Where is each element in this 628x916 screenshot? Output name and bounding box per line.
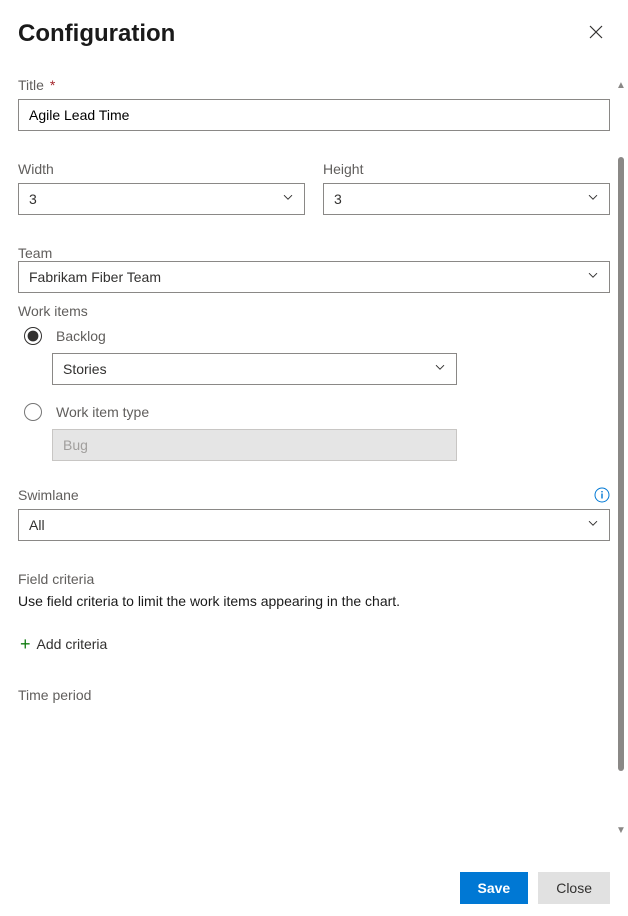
backlog-select[interactable]: Stories <box>52 353 457 385</box>
height-label: Height <box>323 161 610 177</box>
scrollbar[interactable]: ▲ ▼ <box>614 80 628 836</box>
team-select[interactable]: Fabrikam Fiber Team <box>18 261 610 293</box>
add-criteria-button[interactable]: + Add criteria <box>18 631 109 657</box>
backlog-value: Stories <box>63 361 107 377</box>
swimlane-label: Swimlane <box>18 487 79 503</box>
save-button[interactable]: Save <box>460 872 529 904</box>
workitemtype-radio[interactable] <box>24 403 42 421</box>
workitemtype-value: Bug <box>63 437 88 453</box>
team-value: Fabrikam Fiber Team <box>29 269 161 285</box>
width-select[interactable]: 3 <box>18 183 305 215</box>
workitems-label: Work items <box>18 303 610 319</box>
scroll-down-arrow-icon: ▼ <box>616 825 626 836</box>
chevron-down-icon <box>587 268 599 284</box>
title-label: Title * <box>18 77 610 93</box>
swimlane-value: All <box>29 517 45 533</box>
scroll-up-arrow-icon: ▲ <box>616 80 626 91</box>
height-select[interactable]: 3 <box>323 183 610 215</box>
width-value: 3 <box>29 191 37 207</box>
add-criteria-label: Add criteria <box>37 636 108 652</box>
backlog-radio[interactable] <box>24 327 42 345</box>
fieldcriteria-label: Field criteria <box>18 571 610 587</box>
team-label: Team <box>18 245 52 261</box>
close-icon <box>588 24 604 43</box>
chevron-down-icon <box>587 516 599 532</box>
fieldcriteria-helper: Use field criteria to limit the work ite… <box>18 593 610 609</box>
timeperiod-label: Time period <box>18 687 610 703</box>
scrollbar-thumb[interactable] <box>618 157 624 771</box>
close-footer-button[interactable]: Close <box>538 872 610 904</box>
panel-title: Configuration <box>18 20 175 48</box>
title-input[interactable] <box>18 99 610 131</box>
workitemtype-select: Bug <box>52 429 457 461</box>
close-button[interactable] <box>582 18 610 49</box>
required-marker: * <box>50 77 55 93</box>
chevron-down-icon <box>587 190 599 206</box>
chevron-down-icon <box>434 360 446 376</box>
swimlane-select[interactable]: All <box>18 509 610 541</box>
title-label-text: Title <box>18 77 44 93</box>
backlog-label: Backlog <box>56 328 106 344</box>
plus-icon: + <box>20 635 31 653</box>
workitemtype-label: Work item type <box>56 404 149 420</box>
width-label: Width <box>18 161 305 177</box>
info-icon[interactable] <box>594 487 610 503</box>
chevron-down-icon <box>282 190 294 206</box>
height-value: 3 <box>334 191 342 207</box>
